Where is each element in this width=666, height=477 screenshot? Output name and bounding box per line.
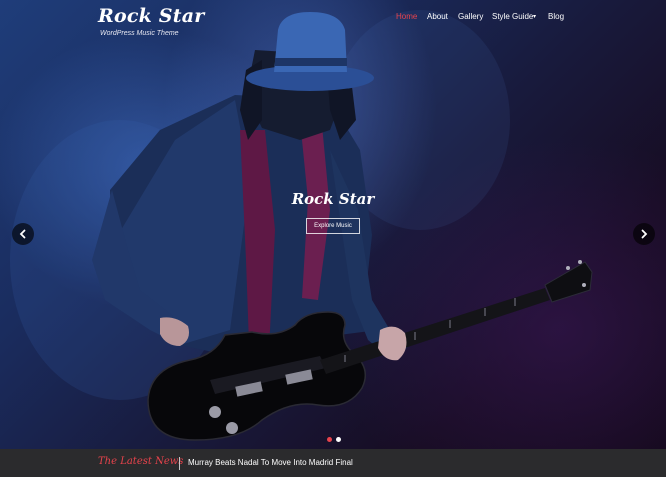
chevron-left-icon: [19, 229, 26, 239]
chevron-right-icon: [641, 229, 648, 239]
news-headline-link[interactable]: Murray Beats Nadal To Move Into Madrid F…: [188, 458, 353, 467]
slide-caption: Rock Star Explore Music: [283, 190, 383, 234]
news-divider: [179, 457, 180, 470]
slider-dot-2[interactable]: [336, 437, 341, 442]
site-tagline: WordPress Music Theme: [100, 30, 179, 37]
nav-item-home[interactable]: Home: [396, 12, 417, 21]
main-navigation: Home About Gallery Style Guide ▾ Blog: [0, 12, 666, 26]
explore-music-button[interactable]: Explore Music: [306, 218, 360, 234]
nav-item-style-guide[interactable]: Style Guide: [492, 12, 533, 21]
latest-news-label: The Latest News: [98, 456, 184, 467]
chevron-down-icon[interactable]: ▾: [533, 13, 536, 20]
slider-dot-1[interactable]: [327, 437, 332, 442]
slider-prev-button[interactable]: [12, 223, 34, 245]
nav-item-gallery[interactable]: Gallery: [458, 12, 483, 21]
nav-item-blog[interactable]: Blog: [548, 12, 564, 21]
slider-next-button[interactable]: [633, 223, 655, 245]
slide-title: Rock Star: [291, 190, 375, 208]
nav-item-about[interactable]: About: [427, 12, 448, 21]
latest-news-bar: The Latest News Murray Beats Nadal To Mo…: [0, 449, 666, 477]
